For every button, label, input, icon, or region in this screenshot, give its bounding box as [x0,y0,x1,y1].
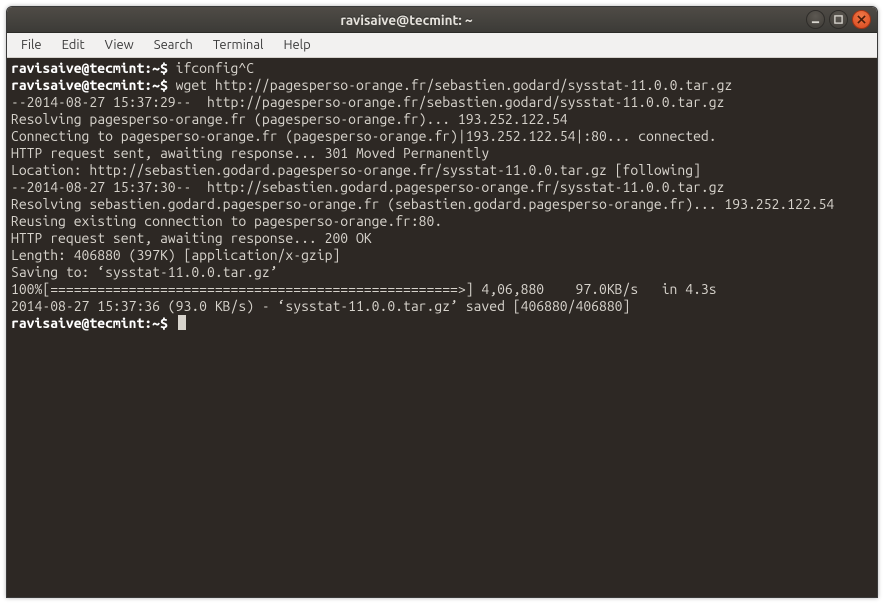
menu-search[interactable]: Search [146,36,201,54]
terminal-text: Location: http://sebastien.godard.pagesp… [11,162,701,178]
terminal-text: HTTP request sent, awaiting response... … [11,145,489,161]
terminal-text: Resolving sebastien.godard.pagesperso-or… [11,196,834,212]
terminal-text: Reusing existing connection to pagespers… [11,213,442,229]
prompt: ravisaive@tecmint:~$ [11,315,168,331]
terminal-text: Connecting to pagesperso-orange.fr (page… [11,128,717,144]
terminal-text: --2014-08-27 15:37:30-- http://sebastien… [11,179,724,195]
terminal-line: Location: http://sebastien.godard.pagesp… [11,162,873,179]
terminal-line: --2014-08-27 15:37:29-- http://pagespers… [11,94,873,111]
minimize-button[interactable] [806,10,825,29]
menu-edit[interactable]: Edit [54,36,93,54]
terminal-line: Resolving sebastien.godard.pagesperso-or… [11,196,873,213]
terminal-text: 100%[===================================… [11,281,717,297]
maximize-button[interactable] [829,10,848,29]
prompt: ravisaive@tecmint:~$ [11,77,168,93]
menu-view[interactable]: View [97,36,142,54]
window-controls [806,10,871,29]
terminal-line: --2014-08-27 15:37:30-- http://sebastien… [11,179,873,196]
terminal-line: ravisaive@tecmint:~$ [11,315,873,332]
terminal-text: Length: 406880 (397K) [application/x-gzi… [11,247,340,263]
titlebar[interactable]: ravisaive@tecmint: ~ [7,7,877,33]
terminal-text: --2014-08-27 15:37:29-- http://pagespers… [11,94,724,110]
terminal-line: HTTP request sent, awaiting response... … [11,145,873,162]
terminal-line: Saving to: ‘sysstat-11.0.0.tar.gz’ [11,264,873,281]
terminal-text: ifconfig^C [168,60,254,76]
terminal-line: ravisaive@tecmint:~$ wget http://pagespe… [11,77,873,94]
terminal-line: Connecting to pagesperso-orange.fr (page… [11,128,873,145]
minimize-icon [811,15,820,24]
close-button[interactable] [852,10,871,29]
terminal-line: ravisaive@tecmint:~$ ifconfig^C [11,60,873,77]
terminal-line: Length: 406880 (397K) [application/x-gzi… [11,247,873,264]
terminal-output[interactable]: ravisaive@tecmint:~$ ifconfig^Cravisaive… [7,58,877,597]
terminal-text: Resolving pagesperso-orange.fr (pagesper… [11,111,568,127]
terminal-text: Saving to: ‘sysstat-11.0.0.tar.gz’ [11,264,278,280]
menu-help[interactable]: Help [275,36,318,54]
terminal-line: HTTP request sent, awaiting response... … [11,230,873,247]
close-icon [857,15,866,24]
prompt: ravisaive@tecmint:~$ [11,60,168,76]
terminal-line: Reusing existing connection to pagespers… [11,213,873,230]
cursor [178,315,186,330]
terminal-line: 100%[===================================… [11,281,873,298]
terminal-window: ravisaive@tecmint: ~ File Edit View Sear… [6,6,878,598]
terminal-text: HTTP request sent, awaiting response... … [11,230,372,246]
terminal-text: 2014-08-27 15:37:36 (93.0 KB/s) - ‘sysst… [11,298,630,314]
menubar: File Edit View Search Terminal Help [7,33,877,58]
menu-file[interactable]: File [13,36,50,54]
terminal-text [168,315,176,331]
maximize-icon [834,15,843,24]
window-title: ravisaive@tecmint: ~ [7,12,806,28]
menu-terminal[interactable]: Terminal [205,36,272,54]
terminal-line: Resolving pagesperso-orange.fr (pagesper… [11,111,873,128]
terminal-text: wget http://pagesperso-orange.fr/sebasti… [168,77,732,93]
terminal-line: 2014-08-27 15:37:36 (93.0 KB/s) - ‘sysst… [11,298,873,315]
